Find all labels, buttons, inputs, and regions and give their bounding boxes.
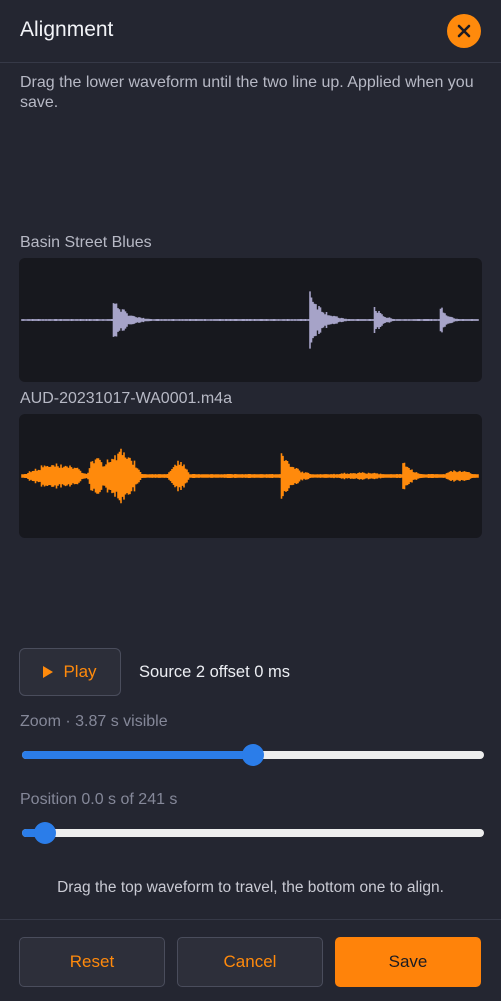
instructions-text: Drag the lower waveform until the two li…: [20, 74, 474, 111]
alignment-waveform[interactable]: [19, 414, 482, 538]
offset-readout: Source 2 offset 0 ms: [139, 663, 291, 681]
hint-text: Drag the top waveform to travel, the bot…: [57, 879, 444, 896]
position-slider-thumb[interactable]: [34, 822, 57, 844]
dialog-title: Alignment: [20, 18, 114, 41]
zoom-slider-thumb[interactable]: [242, 744, 264, 766]
track-1-label: Basin Street Blues: [20, 234, 152, 251]
position-slider-track: [22, 829, 484, 837]
save-button[interactable]: Save: [335, 937, 481, 987]
track-2-label: AUD-20231017-WA0001.m4a: [20, 390, 232, 407]
reset-button[interactable]: Reset: [19, 937, 165, 987]
close-icon: [457, 24, 471, 38]
zoom-label: Zoom · 3.87 s visible: [20, 713, 168, 730]
reference-waveform-graphic: [21, 291, 479, 349]
play-label: Play: [63, 662, 97, 681]
position-slider[interactable]: [22, 822, 484, 844]
dialog-header: Alignment: [0, 0, 501, 63]
position-label: Position 0.0 s of 241 s: [20, 791, 178, 808]
dialog-footer: Reset Cancel Save: [0, 919, 501, 1001]
play-button[interactable]: Play: [19, 648, 121, 696]
cancel-button[interactable]: Cancel: [177, 937, 323, 987]
play-icon: [43, 666, 54, 678]
zoom-slider[interactable]: [22, 744, 484, 766]
alignment-waveform-graphic: [21, 448, 479, 504]
zoom-slider-fill: [22, 751, 253, 759]
close-button[interactable]: [447, 14, 481, 48]
reference-waveform[interactable]: [19, 258, 482, 382]
